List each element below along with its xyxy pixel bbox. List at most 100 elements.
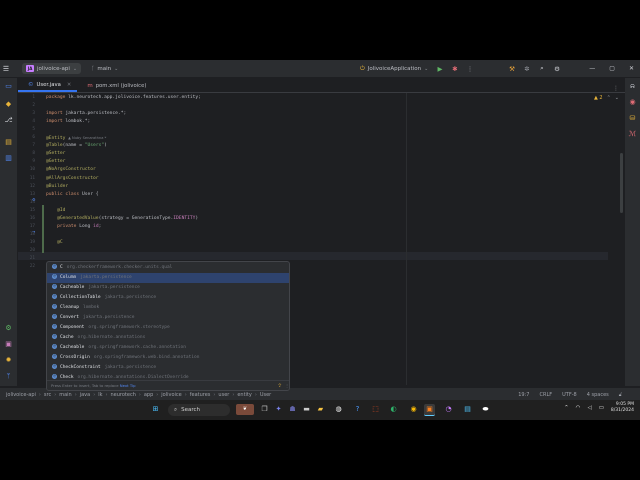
code-line[interactable]: @Setter [46, 150, 65, 158]
tab-user-java[interactable]: © User.java ✕ [18, 79, 78, 92]
app-icon[interactable]: ▬ [301, 404, 312, 415]
run-icon[interactable]: ▶ [436, 65, 444, 73]
volume-icon[interactable]: ◁ [587, 405, 591, 411]
lightbulb-icon[interactable]: 💡︎ [278, 381, 281, 390]
caret-position[interactable]: 19:7 [518, 392, 529, 398]
more-icon[interactable]: ⋮ [285, 381, 289, 390]
completion-item[interactable]: @ Corg.checkerframework.checker.units.qua… [47, 263, 289, 273]
completion-item[interactable]: @ Cacheable jakarta.persistence [47, 283, 289, 293]
edge-icon[interactable]: ◐ [388, 404, 399, 415]
branch-selector[interactable]: ᚴ main ⌄ [91, 66, 118, 72]
breadcrumb-item[interactable]: jolivoice [161, 392, 181, 398]
app-icon[interactable]: ⬬ [480, 404, 491, 415]
code-line[interactable]: import jakarta.persistence.*; [46, 110, 126, 118]
chevron-up-icon[interactable]: ⌃ [607, 95, 611, 101]
code-line[interactable]: @Getter [46, 158, 65, 166]
notepad-icon[interactable]: ▤ [462, 404, 473, 415]
code-completion-popup[interactable]: @ Check org.hibernate.annotations.DialectO… [46, 261, 290, 391]
widget-icon[interactable]: ❦ [236, 404, 254, 415]
app-icon[interactable]: ◔ [443, 404, 454, 415]
breadcrumb-item[interactable]: lk [98, 392, 102, 398]
breadcrumb-item[interactable]: User [260, 392, 271, 398]
breadcrumb-item[interactable]: main [59, 392, 72, 398]
structure-icon[interactable]: ▤ [4, 138, 13, 146]
gear-icon[interactable]: ⚙ [553, 65, 561, 73]
taskbar-search[interactable]: ⌕ Search [168, 404, 230, 416]
help-icon[interactable]: ? [352, 404, 363, 415]
ai-assistant-icon[interactable]: ◉ [628, 98, 637, 106]
breadcrumb-item[interactable]: user [218, 392, 229, 398]
more-icon[interactable]: ⋮ [613, 85, 619, 92]
commit-icon[interactable]: ◆ [4, 100, 13, 108]
hamburger-menu-icon[interactable]: ☰ [0, 65, 12, 73]
id-gutter-icon[interactable]: ⇝ [32, 229, 35, 234]
code-line[interactable]: @NoArgsConstructor [46, 166, 96, 174]
intellij-icon[interactable]: ▣ [424, 404, 435, 416]
project-view-icon[interactable]: ▭ [4, 82, 13, 90]
code-line[interactable]: @AllArgsConstructor [46, 175, 99, 183]
scrollbar[interactable] [620, 153, 623, 213]
task-view-icon[interactable]: ❐ [259, 404, 270, 415]
project-selector[interactable]: JA jolivoice-api ⌄ [22, 63, 82, 74]
file-explorer-icon[interactable]: ▰ [315, 404, 326, 415]
code-line[interactable]: @Builder [46, 183, 68, 191]
code-line[interactable]: import lombok.*; [46, 118, 90, 126]
start-icon[interactable]: ⊞ [150, 404, 161, 415]
chevron-up-icon[interactable]: ⌃ [564, 405, 569, 411]
wifi-icon[interactable]: ◠ [576, 405, 581, 411]
completion-item[interactable]: @ Column jakarta.persistence [47, 273, 289, 283]
code-line[interactable]: @C [46, 239, 63, 247]
problems-icon[interactable]: ✹ [4, 356, 13, 364]
class-gutter-icon[interactable]: ⚙ [32, 197, 36, 202]
file-encoding[interactable]: UTF-8 [562, 392, 577, 398]
completion-item[interactable]: @ Cache org.hibernate.annotations [47, 333, 289, 343]
clock[interactable]: 9:05 PM 8/31/2024 [611, 402, 634, 414]
completion-item[interactable]: @ Cacheable org.springframework.cache.anno… [47, 343, 289, 353]
completion-item[interactable]: @ CrossOrigin org.springframework.web.bind… [47, 353, 289, 363]
completion-item[interactable]: @ Component org.springframework.stereotype [47, 323, 289, 333]
battery-icon[interactable]: ▭ [599, 405, 604, 411]
breadcrumb[interactable]: jolivoice-api › src › main › java › lk › neurotech… [6, 392, 274, 398]
completion-item[interactable]: @ Convert jakarta.persistence [47, 313, 289, 323]
terminal-icon[interactable]: ▣ [4, 340, 13, 348]
hammer-icon[interactable]: ⚒ [508, 65, 516, 73]
code-line[interactable]: private Long id; [46, 223, 101, 231]
maven-icon[interactable]: ℳ [628, 130, 637, 138]
inspection-widget[interactable]: ▲ 2 ⌃ ⌄ [594, 95, 619, 101]
chevron-down-icon[interactable]: ⌄ [615, 95, 619, 101]
git-icon[interactable]: ⎇ [4, 116, 13, 124]
search-icon[interactable]: ⌕ [538, 64, 546, 73]
breadcrumb-item[interactable]: entity [237, 392, 252, 398]
code-line[interactable]: package lk.neurotech.app.jolivoice.featu… [46, 94, 201, 102]
indent-setting[interactable]: 4 spaces [587, 392, 609, 398]
settings-icon[interactable]: ✲ [523, 65, 531, 73]
version-control-icon[interactable]: ᛘ [4, 372, 13, 380]
close-icon[interactable]: ✕ [629, 65, 634, 72]
store-icon[interactable]: ⬚ [370, 404, 381, 415]
more-icon[interactable]: ⋮ [466, 65, 474, 73]
code-line[interactable]: @GeneratedValue(strategy = GenerationTyp… [46, 215, 198, 223]
breadcrumb-item[interactable]: features [190, 392, 211, 398]
run-configuration-selector[interactable]: ⏻ JolivoiceApplication ⌄ [360, 60, 428, 77]
lock-icon[interactable]: 🔓︎ [619, 392, 622, 398]
copilot-icon[interactable]: ✦ [273, 404, 284, 415]
notifications-icon[interactable]: ⍾ [628, 82, 637, 91]
close-icon[interactable]: ✕ [67, 82, 71, 88]
app-icon[interactable]: ◍ [333, 404, 344, 415]
next-tip-link[interactable]: Next Tip [120, 383, 136, 388]
restore-icon[interactable]: ▢ [609, 65, 615, 72]
chrome-icon[interactable]: ◉ [408, 404, 419, 415]
breadcrumb-item[interactable]: src [44, 392, 51, 398]
debug-icon[interactable]: ✱ [451, 65, 459, 73]
completion-item[interactable]: @ Cleanup lombok [47, 303, 289, 313]
line-separator[interactable]: CRLF [539, 392, 552, 398]
tab-pom-xml[interactable]: m pom.xml (jolivoice) [77, 79, 152, 92]
breadcrumb-item[interactable]: jolivoice-api [6, 392, 36, 398]
breadcrumb-item[interactable]: neurotech [110, 392, 135, 398]
minimize-icon[interactable]: — [589, 65, 595, 72]
code-line[interactable]: public class User { [46, 191, 99, 199]
bookmarks-icon[interactable]: ▥ [4, 154, 13, 162]
code-line[interactable]: @Table(name = "Users") [46, 142, 107, 150]
teams-icon[interactable]: ☗ [287, 404, 298, 415]
breadcrumb-item[interactable]: java [80, 392, 90, 398]
